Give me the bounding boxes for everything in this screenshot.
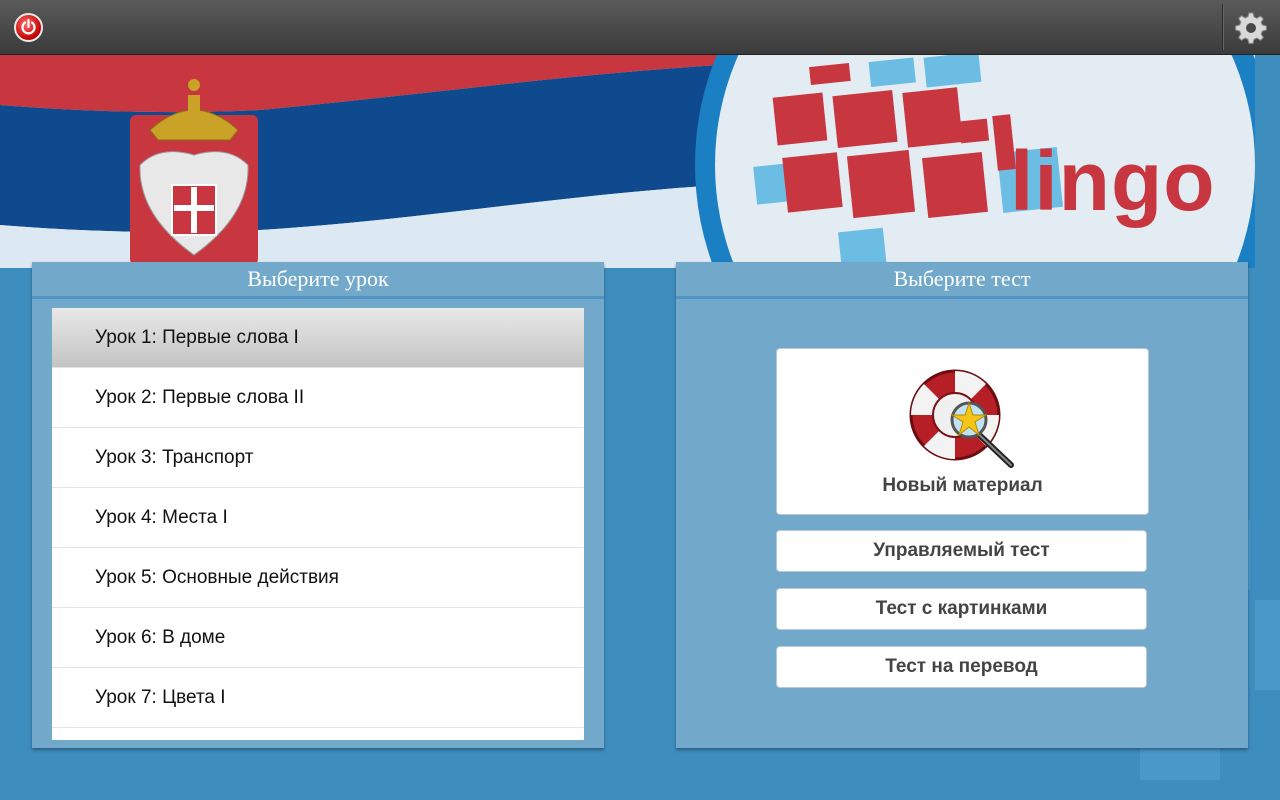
new-material-button[interactable]: Новый материал [776, 348, 1149, 515]
lifebuoy-star-magnifier-icon [909, 369, 1014, 468]
lessons-panel: Выберите урок Урок 1: Первые слова I Уро… [32, 262, 604, 748]
background-decoration [1255, 600, 1280, 690]
tests-title: Выберите тест [676, 262, 1248, 299]
list-item[interactable]: Урок 2: Первые слова II [52, 368, 584, 428]
header-banner: lingo [0, 55, 1255, 268]
new-material-label: Новый материал [882, 475, 1043, 496]
logo-text: lingo [1010, 134, 1216, 228]
settings-button[interactable] [1234, 11, 1268, 45]
power-button[interactable] [14, 13, 43, 42]
guided-test-button[interactable]: Управляемый тест [776, 530, 1147, 572]
list-item[interactable]: Урок 3: Транспорт [52, 428, 584, 488]
list-item[interactable]: Урок 7: Цвета I [52, 668, 584, 728]
toolbar-divider [1222, 4, 1224, 50]
list-item[interactable]: Урок 4: Места I [52, 488, 584, 548]
top-toolbar [0, 0, 1280, 55]
translation-test-button[interactable]: Тест на перевод [776, 646, 1147, 688]
lesson-list[interactable]: Урок 1: Первые слова I Урок 2: Первые сл… [52, 308, 584, 740]
list-item[interactable]: Урок 1: Первые слова I [52, 308, 584, 368]
lessons-title: Выберите урок [32, 262, 604, 299]
list-item[interactable]: Урок 6: В доме [52, 608, 584, 668]
gear-icon [1235, 12, 1267, 44]
power-icon [21, 18, 36, 35]
banner-edge [1255, 55, 1280, 268]
list-item[interactable]: Урок 5: Основные действия [52, 548, 584, 608]
picture-test-button[interactable]: Тест с картинками [776, 588, 1147, 630]
tests-panel: Выберите тест Новый материал Управляемый… [676, 262, 1248, 748]
